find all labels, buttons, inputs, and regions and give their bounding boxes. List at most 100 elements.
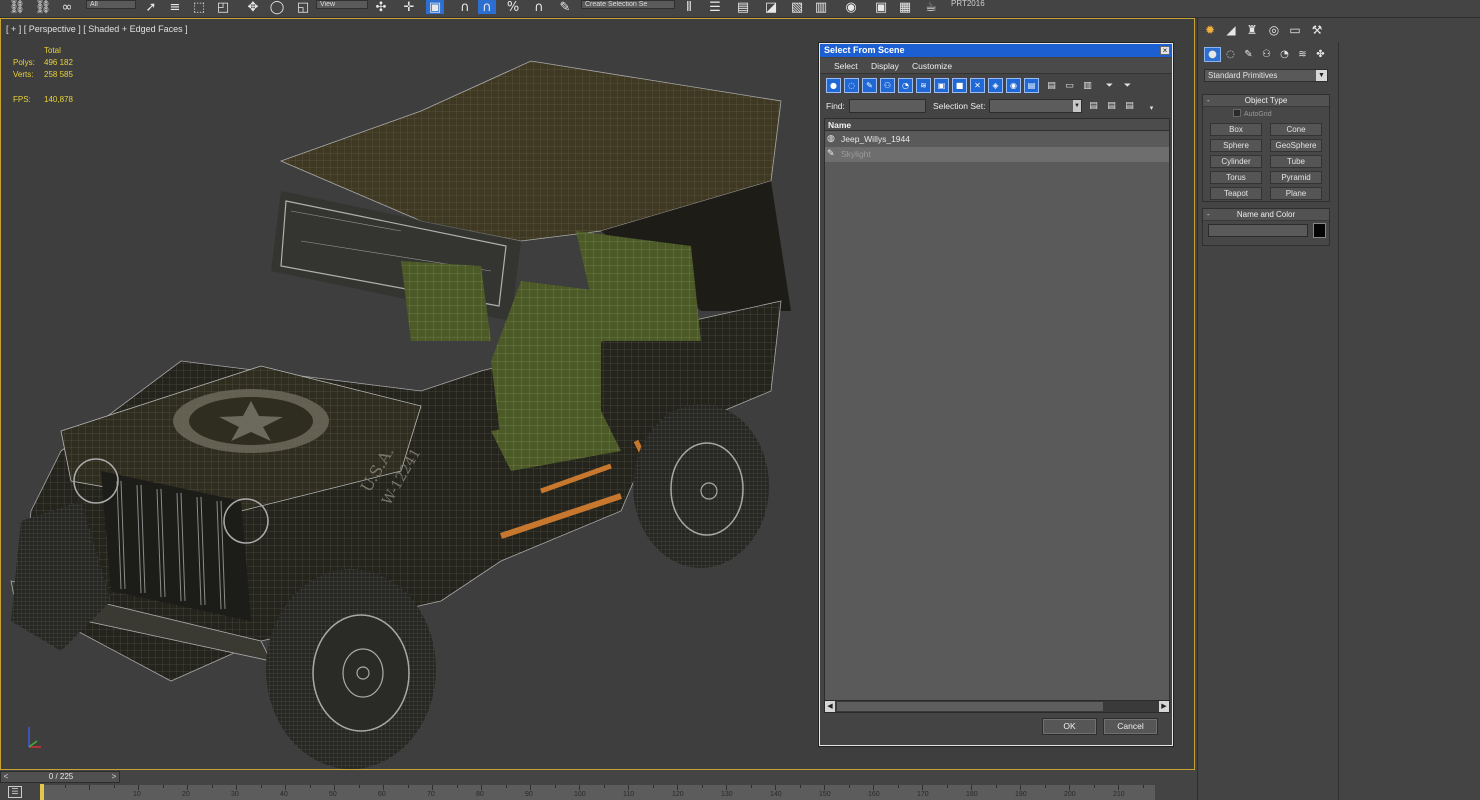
object-list[interactable]: Name ◍ Jeep_Willys_1944 ✎ Skylight: [824, 118, 1170, 713]
time-slider[interactable]: < 0 / 225 >: [0, 771, 120, 783]
keyboard-shortcut-override-icon[interactable]: ▣: [426, 0, 444, 15]
select-none-icon[interactable]: ▭: [1062, 78, 1077, 93]
scene-explorer-icon[interactable]: ◪: [762, 0, 780, 15]
display-containers-icon[interactable]: ◈: [988, 78, 1003, 93]
display-xrefs-icon[interactable]: ■: [952, 78, 967, 93]
display-lights-icon[interactable]: ✎: [862, 78, 877, 93]
display-helpers-icon[interactable]: ◔: [898, 78, 913, 93]
pyramid-button[interactable]: Pyramid: [1270, 171, 1322, 184]
object-type-header[interactable]: - Object Type: [1203, 95, 1329, 107]
render-setup-icon[interactable]: ▣: [872, 0, 890, 15]
percent-snap-icon[interactable]: %: [504, 0, 522, 15]
sphere-button[interactable]: Sphere: [1210, 139, 1262, 152]
box-button[interactable]: Box: [1210, 123, 1262, 136]
track-bar[interactable]: 10 20 30 40 50 60 70 80 90 100 110 120 130 140 150 160 1…: [40, 785, 1155, 800]
display-frozen-icon[interactable]: ◉: [1006, 78, 1021, 93]
filter-options-icon[interactable]: ⏷: [1120, 78, 1135, 93]
list-item[interactable]: ✎ Skylight: [825, 147, 1169, 162]
teapot-button[interactable]: Teapot: [1210, 187, 1262, 200]
dialog-title[interactable]: Select From Scene: [820, 44, 1172, 57]
rectangular-region-icon[interactable]: ⬚: [190, 0, 208, 15]
display-cameras-icon[interactable]: ⚇: [880, 78, 895, 93]
ok-button[interactable]: OK: [1042, 718, 1097, 735]
unlink-icon[interactable]: ⛓: [34, 0, 52, 15]
set-add-icon[interactable]: ▤: [1104, 98, 1119, 113]
close-icon[interactable]: ×: [1160, 46, 1170, 55]
filter-icon[interactable]: ⏷: [1102, 78, 1117, 93]
render-production-icon[interactable]: ☕: [922, 0, 940, 15]
selection-set-combo[interactable]: ▼: [989, 99, 1082, 113]
scroll-right-icon[interactable]: ▶: [1159, 701, 1169, 712]
display-space-warps-icon[interactable]: ≋: [916, 78, 931, 93]
lights-icon[interactable]: ✎: [1240, 47, 1257, 62]
geosphere-button[interactable]: GeoSphere: [1270, 139, 1322, 152]
find-input[interactable]: [849, 99, 926, 113]
curve-editor-icon[interactable]: ▧: [788, 0, 806, 15]
angle-snap-icon[interactable]: ∩: [478, 0, 496, 15]
align-icon[interactable]: ☰: [706, 0, 724, 15]
bind-space-warp-icon[interactable]: ∞: [58, 0, 76, 15]
set-save-icon[interactable]: ▤: [1086, 98, 1101, 113]
autogrid-checkbox[interactable]: AutoGrid: [1233, 109, 1272, 118]
snaps-toggle-icon[interactable]: ∩: [456, 0, 474, 15]
menu-display[interactable]: Display: [871, 61, 899, 71]
menu-customize[interactable]: Customize: [912, 61, 952, 71]
display-bones-icon[interactable]: ✕: [970, 78, 985, 93]
selection-filter-combo[interactable]: All: [86, 0, 136, 9]
rendered-frame-window-icon[interactable]: ▦: [896, 0, 914, 15]
reference-coordinate-combo[interactable]: View: [316, 0, 368, 9]
display-shapes-icon[interactable]: ◌: [844, 78, 859, 93]
modify-tab-icon[interactable]: ◢: [1222, 22, 1240, 38]
tube-button[interactable]: Tube: [1270, 155, 1322, 168]
cone-button[interactable]: Cone: [1270, 123, 1322, 136]
list-item[interactable]: ◍ Jeep_Willys_1944: [825, 132, 1169, 147]
primitive-type-dropdown[interactable]: Standard Primitives ▼: [1204, 69, 1328, 82]
horizontal-scrollbar[interactable]: ◀ ▶: [824, 700, 1170, 713]
layer-manager-icon[interactable]: ▤: [734, 0, 752, 15]
select-rotate-icon[interactable]: ◯: [268, 0, 286, 15]
pivot-center-icon[interactable]: ✣: [372, 0, 390, 15]
select-invert-icon[interactable]: ▥: [1080, 78, 1095, 93]
spinner-snap-icon[interactable]: ∩: [530, 0, 548, 15]
select-manipulate-icon[interactable]: ✛: [400, 0, 418, 15]
mini-curve-editor-icon[interactable]: ☰: [8, 786, 22, 798]
cancel-button[interactable]: Cancel: [1103, 718, 1158, 735]
column-header-name[interactable]: Name: [825, 119, 1169, 131]
next-frame-icon[interactable]: >: [109, 772, 119, 782]
select-move-icon[interactable]: ✥: [244, 0, 262, 15]
menu-select[interactable]: Select: [834, 61, 858, 71]
named-selection-combo[interactable]: Create Selection Se: [581, 0, 675, 9]
mirror-icon[interactable]: ⫴: [680, 0, 698, 15]
create-tab-icon[interactable]: ✹: [1201, 22, 1219, 38]
jeep-wireframe-model[interactable]: U.S.A. W-12241: [1, 41, 821, 770]
select-by-name-icon[interactable]: ≡: [166, 0, 184, 15]
shapes-icon[interactable]: ◌: [1222, 47, 1239, 62]
scrollbar-thumb[interactable]: [837, 702, 1103, 711]
cylinder-button[interactable]: Cylinder: [1210, 155, 1262, 168]
display-groups-icon[interactable]: ▣: [934, 78, 949, 93]
current-frame-marker[interactable]: [40, 784, 44, 800]
select-scale-icon[interactable]: ◱: [294, 0, 312, 15]
window-crossing-icon[interactable]: ◰: [214, 0, 232, 15]
space-warps-icon[interactable]: ≋: [1294, 47, 1311, 62]
material-editor-icon[interactable]: ◉: [842, 0, 860, 15]
display-tab-icon[interactable]: ▭: [1286, 22, 1304, 38]
systems-icon[interactable]: ✤: [1312, 47, 1329, 62]
torus-button[interactable]: Torus: [1210, 171, 1262, 184]
name-and-color-header[interactable]: - Name and Color: [1203, 209, 1329, 221]
schematic-view-icon[interactable]: ▥: [812, 0, 830, 15]
object-name-input[interactable]: [1208, 224, 1308, 237]
select-object-icon[interactable]: ➚: [142, 0, 160, 15]
edit-named-selection-icon[interactable]: ✎: [556, 0, 574, 15]
viewport-label[interactable]: [ + ] [ Perspective ] [ Shaded + Edged F…: [6, 24, 188, 34]
geometry-icon[interactable]: ●: [1204, 47, 1221, 62]
motion-tab-icon[interactable]: ◎: [1265, 22, 1283, 38]
display-geometry-icon[interactable]: ●: [826, 78, 841, 93]
cameras-icon[interactable]: ⚇: [1258, 47, 1275, 62]
display-hidden-icon[interactable]: ▤: [1024, 78, 1039, 93]
plane-button[interactable]: Plane: [1270, 187, 1322, 200]
hierarchy-tab-icon[interactable]: ♜: [1243, 22, 1261, 38]
object-color-swatch[interactable]: [1313, 223, 1326, 238]
set-remove-icon[interactable]: ▤: [1122, 98, 1137, 113]
select-link-icon[interactable]: ⛓: [8, 0, 26, 15]
